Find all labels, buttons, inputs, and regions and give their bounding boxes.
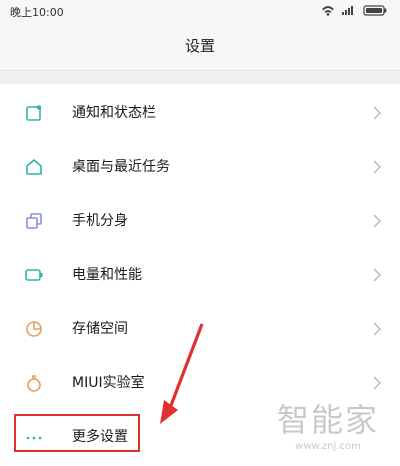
settings-item-clone[interactable]: 手机分身 [0,194,400,248]
notification-icon [24,103,44,123]
chevron-right-icon [372,105,382,121]
annotation-arrow-icon [160,323,204,424]
settings-item-label: 手机分身 [72,213,128,229]
settings-item-home[interactable]: 桌面与最近任务 [0,140,400,194]
chevron-right-icon [372,267,382,283]
chevron-right-icon [372,375,382,391]
battery-icon [24,265,44,285]
highlight-box [14,414,140,452]
home-icon [24,157,44,177]
section-divider [0,70,400,85]
status-bar: 晚上10:00 [0,0,400,22]
status-time: 晚上10:00 [10,6,64,19]
settings-item-label: 电量和性能 [72,267,142,283]
wifi-icon [322,6,334,16]
clone-icon [24,211,44,231]
watermark-url: www.znj.com [295,441,361,452]
chevron-right-icon [372,213,382,229]
chevron-right-icon [372,159,382,175]
settings-item-label: MIUI实验室 [72,375,145,391]
settings-item-label: 桌面与最近任务 [72,159,170,175]
page-title: 设置 [184,37,215,55]
storage-icon [24,319,44,339]
lab-flask-icon [24,373,44,393]
chevron-right-icon [372,321,382,337]
watermark: 智能家 www.znj.com [274,400,382,466]
settings-item-battery[interactable]: 电量和性能 [0,248,400,302]
watermark-logo-text: 智能家 [276,401,379,439]
battery-icon [363,5,387,16]
settings-item-notification[interactable]: 通知和状态栏 [0,86,400,140]
settings-item-label: 存储空间 [72,321,128,337]
settings-item-label: 通知和状态栏 [72,105,156,121]
status-icons [320,4,388,16]
signal-icon [342,6,353,15]
